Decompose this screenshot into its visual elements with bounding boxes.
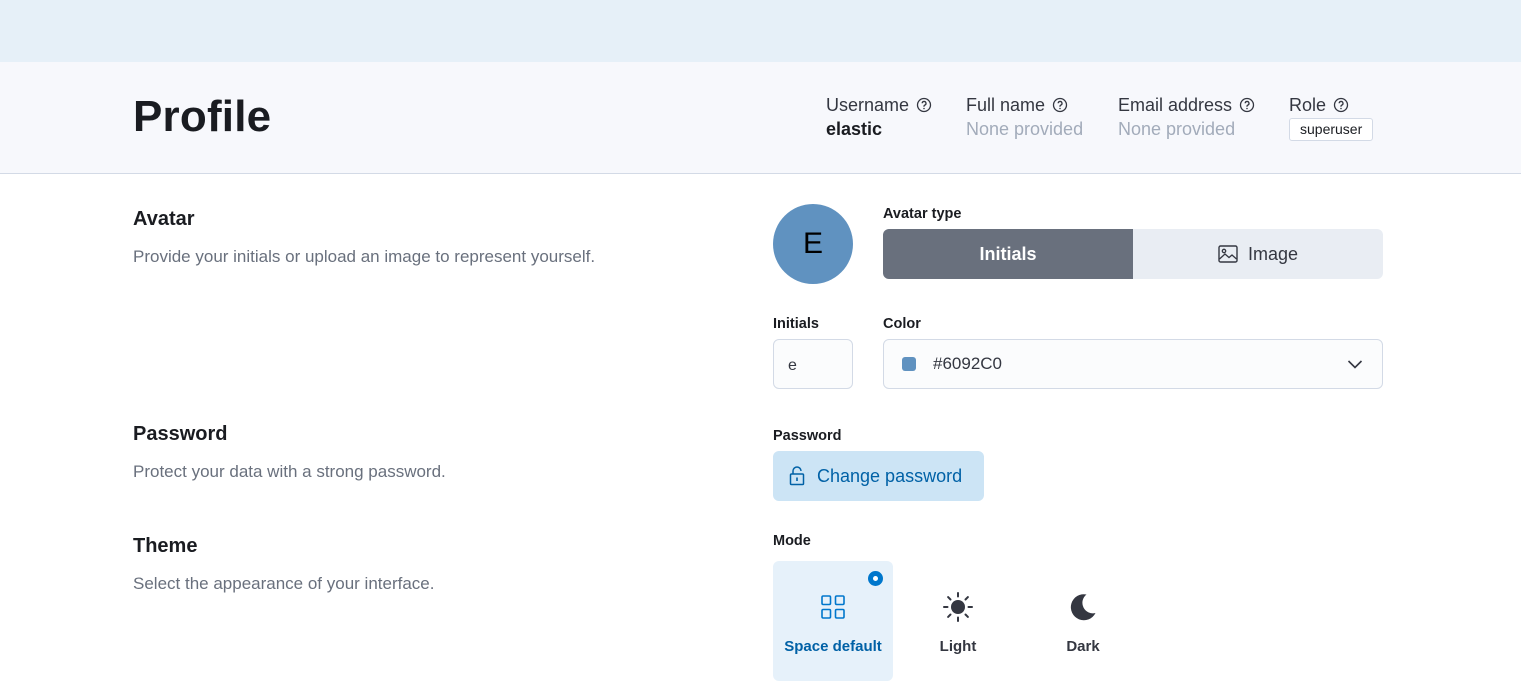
selected-radio-indicator: [868, 571, 883, 586]
theme-section-title: Theme: [133, 535, 198, 557]
avatar-type-image-label: Image: [1247, 243, 1299, 264]
avatar-section-description: Provide your initials or upload an image…: [133, 247, 596, 266]
meta-username-label: Username: [826, 94, 910, 115]
meta-username-value: elastic: [826, 119, 883, 139]
meta-full-name-value: None provided: [966, 119, 1084, 139]
theme-section-description: Select the appearance of your interface.: [133, 574, 435, 593]
avatar-preview-letter: E: [802, 227, 823, 260]
color-swatch: [902, 357, 916, 371]
meta-full-name: Full name None provided: [966, 94, 1083, 141]
meta-email-label: Email address: [1118, 94, 1233, 115]
meta-role: Role superuser: [1289, 94, 1374, 141]
question-circle-icon[interactable]: [1239, 97, 1255, 113]
sun-icon: [943, 592, 973, 622]
password-field-label: Password: [773, 428, 842, 444]
mode-option-light[interactable]: Light: [898, 561, 1018, 681]
color-picker-field[interactable]: #6092C0: [883, 339, 1383, 389]
meta-role-label: Role: [1289, 94, 1327, 115]
meta-full-name-label: Full name: [966, 94, 1046, 115]
top-band: [0, 0, 1521, 62]
avatar-type-image-button[interactable]: Image: [1133, 229, 1383, 279]
chevron-down-icon: [1347, 360, 1363, 369]
avatar-type-toggle: Initials Image: [883, 229, 1383, 279]
change-password-label: Change password: [817, 465, 963, 486]
avatar-type-initials-button[interactable]: Initials: [883, 229, 1133, 279]
mode-option-light-label: Light: [939, 638, 977, 655]
mode-option-dark-label: Dark: [1066, 638, 1100, 655]
password-section-title: Password: [133, 423, 228, 445]
grid-icon: [821, 595, 845, 619]
avatar-section-title: Avatar: [133, 208, 195, 230]
change-password-button[interactable]: Change password: [773, 451, 984, 501]
lock-open-icon: [789, 466, 805, 486]
mode-option-space-default-label: Space default: [784, 638, 882, 655]
avatar-type-label: Avatar type: [883, 206, 962, 222]
color-value: #6092C0: [933, 354, 1003, 373]
image-icon: [1218, 245, 1238, 263]
page-title: Profile: [133, 92, 272, 141]
password-section-description: Protect your data with a strong password…: [133, 462, 446, 481]
meta-email-value: None provided: [1118, 119, 1236, 139]
role-badge: superuser: [1289, 118, 1374, 141]
avatar-preview: E: [773, 204, 853, 284]
question-circle-icon[interactable]: [1333, 97, 1349, 113]
avatar-type-initials-label: Initials: [979, 243, 1037, 264]
initials-label: Initials: [773, 316, 819, 332]
initials-input[interactable]: [773, 339, 853, 389]
question-circle-icon[interactable]: [916, 97, 932, 113]
meta-username: Username elastic: [826, 94, 932, 141]
color-label: Color: [883, 316, 921, 332]
mode-label: Mode: [773, 533, 811, 549]
mode-option-space-default[interactable]: Space default: [773, 561, 893, 681]
mode-option-dark[interactable]: Dark: [1023, 561, 1143, 681]
meta-email: Email address None provided: [1118, 94, 1255, 141]
question-circle-icon[interactable]: [1052, 97, 1068, 113]
moon-icon: [1070, 594, 1096, 621]
